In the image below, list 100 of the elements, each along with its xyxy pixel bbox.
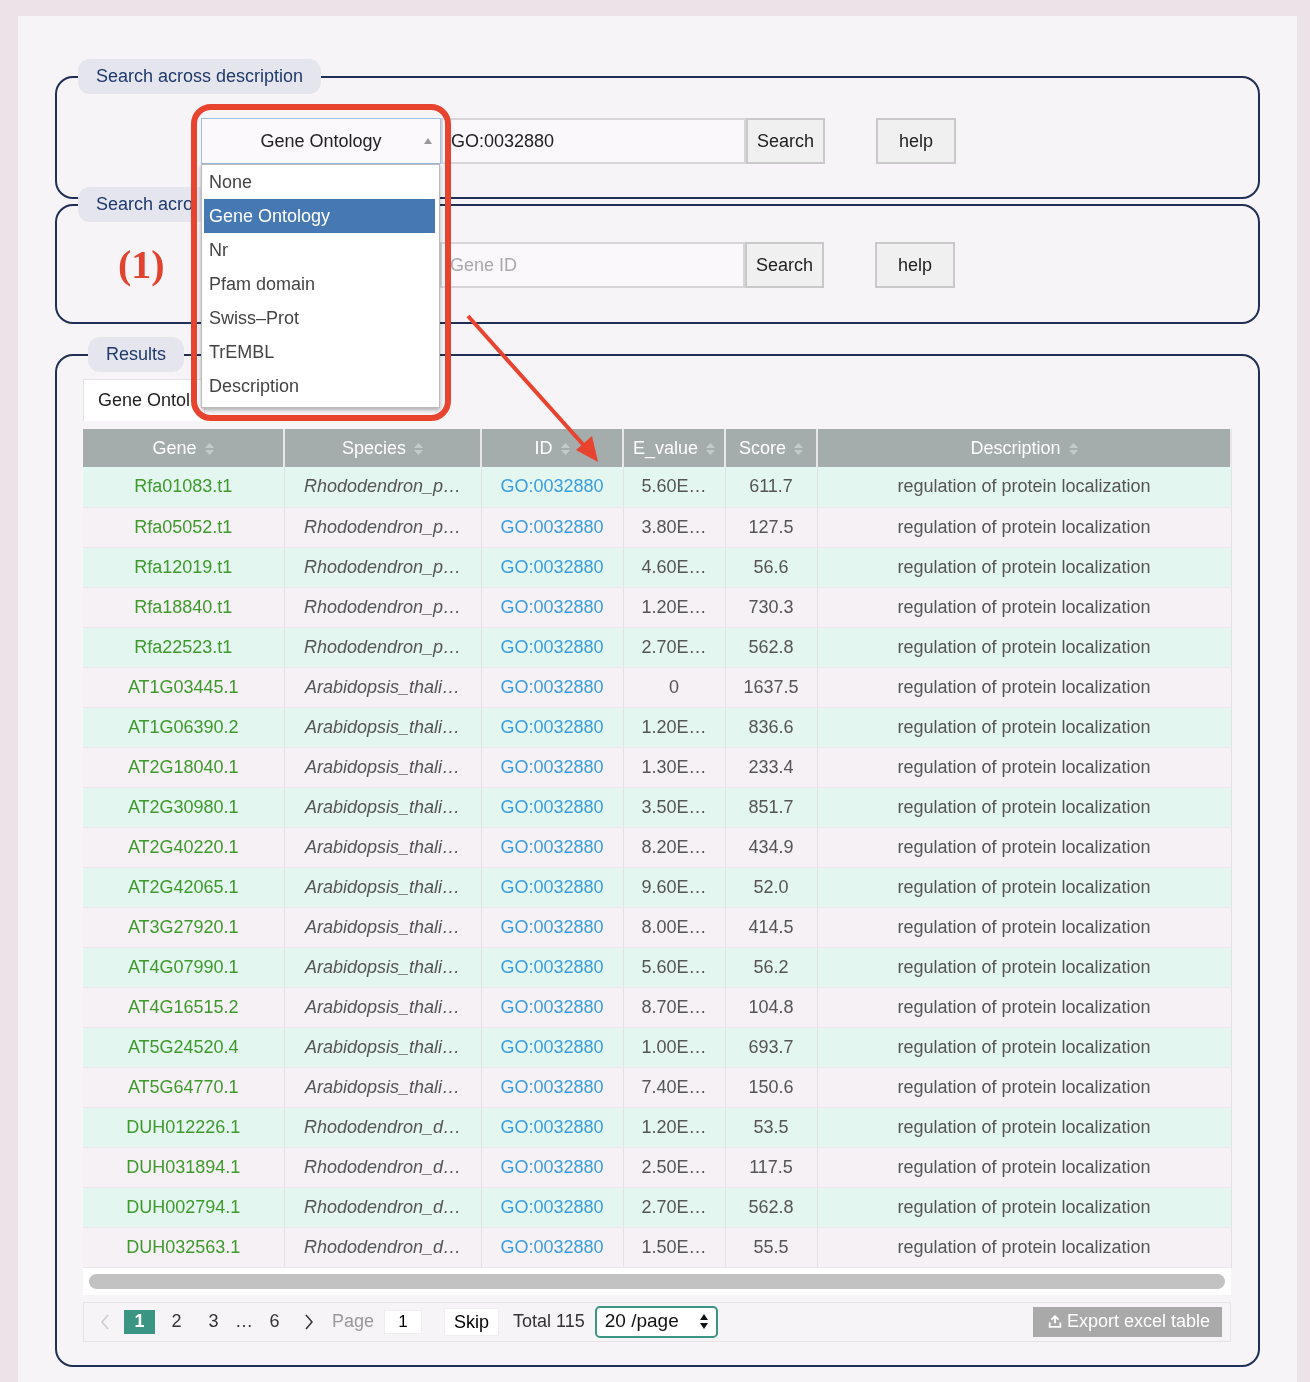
column-header[interactable]: ID	[481, 429, 623, 467]
table-cell: 8.20E…	[623, 827, 725, 867]
panel-legend: Search across description	[78, 59, 322, 94]
table-cell: 1.00E…	[623, 1027, 725, 1067]
column-header[interactable]: Score	[725, 429, 817, 467]
help-button[interactable]: help	[876, 118, 957, 164]
gene-link[interactable]: DUH031894.1	[126, 1156, 241, 1177]
table-cell: regulation of protein localization	[817, 1107, 1231, 1147]
help-button[interactable]: help	[875, 242, 956, 288]
table-cell: 9.60E…	[623, 867, 725, 907]
export-button[interactable]: Export excel table	[1032, 1306, 1222, 1337]
table-cell: regulation of protein localization	[817, 1027, 1231, 1067]
page-label: Page	[332, 1310, 375, 1333]
column-header[interactable]: Gene	[83, 429, 284, 467]
page-number[interactable]: 2	[161, 1309, 192, 1334]
go-id-link[interactable]: GO:0032880	[500, 756, 604, 777]
table-cell: regulation of protein localization	[817, 467, 1231, 507]
page-number[interactable]: 3	[198, 1309, 229, 1334]
table-cell: 8.00E…	[623, 907, 725, 947]
gene-link[interactable]: DUH032563.1	[126, 1236, 241, 1257]
table-cell: 150.6	[725, 1067, 817, 1107]
gene-link[interactable]: Rfa18840.t1	[134, 596, 233, 617]
table-cell: 1.20E…	[623, 1107, 725, 1147]
go-id-link[interactable]: GO:0032880	[500, 1156, 604, 1177]
table-cell: 562.8	[725, 1187, 817, 1227]
table-cell: 233.4	[725, 747, 817, 787]
column-header[interactable]: Species	[284, 429, 481, 467]
scrollbar[interactable]	[89, 1273, 1225, 1289]
gene-link[interactable]: AT2G40220.1	[127, 836, 239, 857]
page-number[interactable]: 6	[259, 1309, 290, 1334]
table-cell: 2.50E…	[623, 1147, 725, 1187]
skip-button[interactable]: Skip	[444, 1307, 500, 1336]
gene-link[interactable]: Rfa05052.t1	[134, 516, 233, 537]
go-id-link[interactable]: GO:0032880	[500, 676, 604, 697]
dropdown-option[interactable]: Gene Ontology	[204, 199, 435, 233]
go-id-link[interactable]: GO:0032880	[500, 596, 604, 617]
table-cell: Arabidopsis_thali…	[284, 827, 481, 867]
table-cell: 1.20E…	[623, 587, 725, 627]
select-field[interactable]: Gene Ontology	[201, 118, 441, 164]
go-id-link[interactable]: GO:0032880	[500, 916, 604, 937]
search-button[interactable]: Search	[746, 118, 826, 164]
dropdown-option[interactable]: Swiss‒Prot	[204, 301, 435, 335]
go-id-link[interactable]: GO:0032880	[500, 836, 604, 857]
go-id-link[interactable]: GO:0032880	[500, 1076, 604, 1097]
table-cell: Arabidopsis_thali…	[284, 907, 481, 947]
gene-link[interactable]: AT3G27920.1	[127, 916, 239, 937]
table-cell: 562.8	[725, 627, 817, 667]
dropdown-option[interactable]: Description	[204, 369, 435, 403]
gene-link[interactable]: AT2G18040.1	[127, 756, 239, 777]
table-cell: 5.60E…	[623, 947, 725, 987]
table-cell: Arabidopsis_thali…	[284, 867, 481, 907]
table-cell: 3.80E…	[623, 507, 725, 547]
updown-icon	[699, 1314, 708, 1329]
table-cell: Arabidopsis_thali…	[284, 747, 481, 787]
table-cell: Arabidopsis_thali…	[284, 947, 481, 987]
table-cell: Rhododendron_d…	[284, 1227, 481, 1267]
table-cell: 1.30E…	[623, 747, 725, 787]
table-cell: regulation of protein localization	[817, 827, 1231, 867]
search-field[interactable]: Gene ID	[440, 242, 745, 288]
table-cell: regulation of protein localization	[817, 667, 1231, 707]
table-cell: 55.5	[725, 1227, 817, 1267]
results-tab[interactable]: Gene Ontol	[83, 379, 206, 421]
table-cell: 3.50E…	[623, 787, 725, 827]
table-cell: 1637.5	[725, 667, 817, 707]
gene-link[interactable]: AT4G16515.2	[127, 996, 239, 1017]
table-cell: 2.70E…	[623, 627, 725, 667]
search-field[interactable]: GO:0032880	[441, 118, 746, 164]
table-cell: regulation of protein localization	[817, 547, 1231, 587]
table-cell: 851.7	[725, 787, 817, 827]
column-header[interactable]: Description	[817, 429, 1231, 467]
gene-link[interactable]: AT5G64770.1	[127, 1076, 239, 1097]
go-id-link[interactable]: GO:0032880	[500, 996, 604, 1017]
table-cell: Rhododendron_p…	[284, 627, 481, 667]
table-cell: 52.0	[725, 867, 817, 907]
table-cell: 1.20E…	[623, 707, 725, 747]
table-cell: Arabidopsis_thali…	[284, 707, 481, 747]
dropdown-option[interactable]: Nr	[204, 233, 435, 267]
sort-icon	[706, 441, 716, 456]
table-cell: 2.70E…	[623, 1187, 725, 1227]
table-cell: 0	[623, 667, 725, 707]
table-cell: 7.40E…	[623, 1067, 725, 1107]
dropdown-option[interactable]: TrEMBL	[204, 335, 435, 369]
page-size-select[interactable]: 20 /page	[594, 1305, 718, 1338]
caret-icon	[424, 138, 432, 144]
table-cell: Rhododendron_d…	[284, 1147, 481, 1187]
page-number[interactable]: 1	[124, 1309, 155, 1334]
column-header[interactable]: E_value	[623, 429, 725, 467]
table-cell: regulation of protein localization	[817, 507, 1231, 547]
page-input[interactable]: 1	[384, 1309, 423, 1334]
go-id-link[interactable]: GO:0032880	[500, 516, 604, 537]
gene-link[interactable]: AT1G03445.1	[127, 676, 239, 697]
sort-icon	[1068, 441, 1078, 456]
search-button[interactable]: Search	[745, 242, 825, 288]
table-cell: Arabidopsis_thali…	[284, 1027, 481, 1067]
table-cell: 693.7	[725, 1027, 817, 1067]
table-cell: regulation of protein localization	[817, 907, 1231, 947]
table-cell: regulation of protein localization	[817, 787, 1231, 827]
table-cell: Rhododendron_d…	[284, 1187, 481, 1227]
go-id-link[interactable]: GO:0032880	[500, 1236, 604, 1257]
dropdown-option[interactable]: Pfam domain	[204, 267, 435, 301]
